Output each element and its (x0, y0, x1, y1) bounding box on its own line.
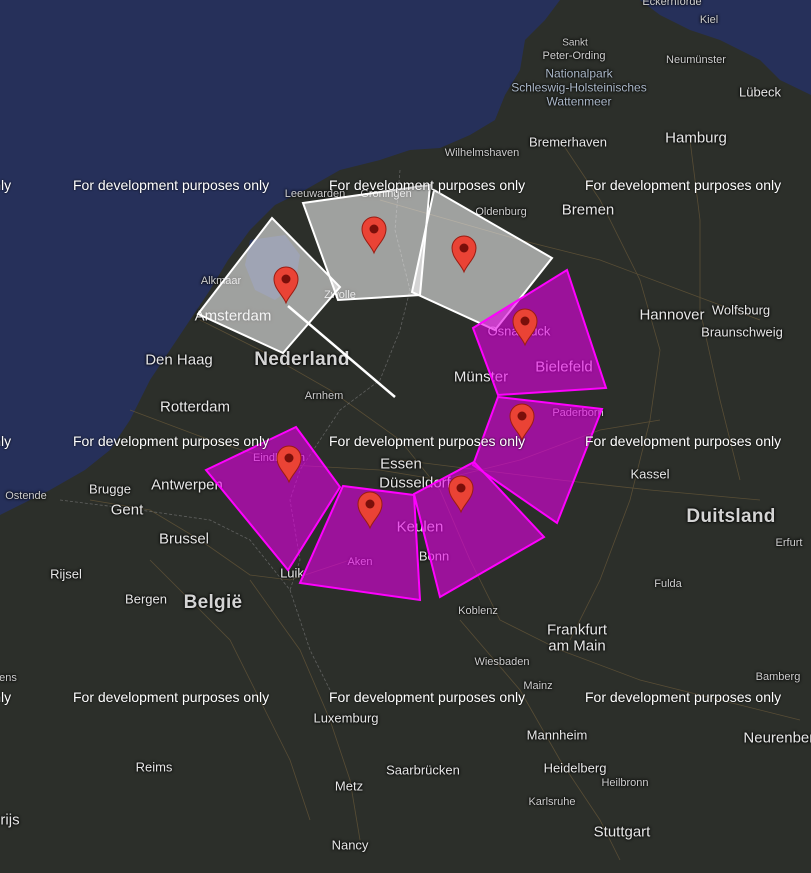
map-canvas[interactable]: Eckernförde Kiel Sankt Peter-Ording Neum… (0, 0, 811, 873)
map-overlay (196, 183, 608, 602)
polygon-connector-line (287, 305, 396, 398)
